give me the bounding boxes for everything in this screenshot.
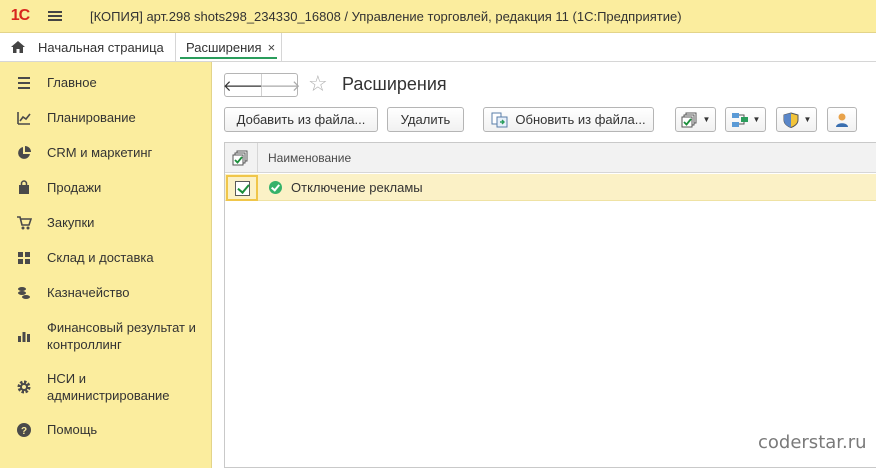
sidebar-item-label: Склад и доставка: [47, 250, 154, 265]
bar-chart-icon: [18, 332, 30, 342]
user-button[interactable]: [827, 107, 857, 132]
row-name: Отключение рекламы: [291, 180, 423, 195]
sidebar-item-warehouse[interactable]: Склад и доставка: [0, 249, 211, 266]
structure-icon: [731, 112, 748, 127]
sidebar-item-nsi-admin[interactable]: НСИ и администрирование: [0, 370, 211, 404]
home-icon: [11, 41, 25, 53]
forward-button[interactable]: 🡒: [260, 74, 301, 96]
column-header-name[interactable]: Наименование: [268, 151, 351, 165]
delete-button[interactable]: Удалить: [387, 107, 464, 132]
table-header: Наименование: [225, 143, 876, 173]
logo-text: 1С: [10, 7, 30, 24]
sidebar-item-label: CRM и маркетинг: [47, 145, 153, 160]
page-title: Расширения: [342, 74, 447, 94]
check-all-header[interactable]: [225, 143, 258, 173]
row-checkbox-cell: [226, 175, 258, 201]
shield-icon: [783, 111, 799, 128]
back-button[interactable]: 🡐: [222, 74, 264, 96]
arrow-right-icon: 🡒: [260, 77, 301, 95]
user-icon: [836, 113, 848, 127]
coins-icon: [18, 286, 30, 299]
gear-icon: [17, 380, 31, 394]
pie-chart-icon: [18, 145, 31, 159]
nav-buttons: 🡐 🡒: [222, 73, 301, 97]
sidebar-item-label: Помощь: [47, 422, 98, 437]
tab-home-label: Начальная страница: [38, 39, 164, 55]
sidebar-item-finance[interactable]: Финансовый результат и контроллинг: [0, 319, 211, 353]
sidebar-item-label: Финансовый результат и контроллинг: [47, 320, 196, 352]
row-checkbox[interactable]: [234, 180, 250, 196]
grid-icon: [18, 251, 30, 264]
tab-home[interactable]: Начальная страница: [0, 33, 176, 61]
check-all-dropdown-button[interactable]: ▼: [675, 107, 716, 132]
watermark: coderstar.ru: [758, 432, 867, 453]
main-menu-button[interactable]: [40, 0, 70, 33]
chevron-down-icon: ▼: [752, 115, 761, 124]
sidebar: Главное Планирование CRM и маркетинг Про…: [0, 62, 212, 468]
sidebar-item-label: Главное: [47, 75, 97, 90]
tab-extensions[interactable]: Расширения ×: [176, 33, 283, 61]
sidebar-item-label: Казначейство: [47, 285, 130, 300]
update-file-icon: [491, 112, 508, 127]
title-bar: 1С [КОПИЯ] арт.298 shots298_234330_16808…: [0, 0, 876, 33]
tab-bar: Начальная страница Расширения ×: [0, 33, 876, 62]
sidebar-item-treasury[interactable]: Казначейство: [0, 284, 211, 301]
window-title: [КОПИЯ] арт.298 shots298_234330_16808 / …: [90, 8, 682, 24]
security-dropdown-button[interactable]: ▼: [776, 107, 817, 132]
sidebar-item-main[interactable]: Главное: [0, 74, 211, 91]
add-from-file-button[interactable]: Добавить из файла...: [224, 107, 378, 132]
sidebar-item-label: Закупки: [47, 215, 95, 230]
active-status-icon: [269, 181, 282, 194]
structure-dropdown-button[interactable]: ▼: [725, 107, 766, 132]
arrow-left-icon: 🡐: [222, 77, 264, 95]
favorite-star-icon[interactable]: ☆: [308, 71, 328, 97]
sidebar-item-planning[interactable]: Планирование: [0, 109, 211, 126]
check-list-icon: [681, 112, 697, 127]
chevron-down-icon: ▼: [803, 115, 812, 124]
extensions-table: Наименование Отключение рекламы: [224, 142, 876, 468]
chevron-down-icon: ▼: [702, 115, 711, 124]
hamburger-icon: [48, 15, 62, 17]
shopping-bag-icon: [19, 179, 29, 194]
planning-icon: [17, 111, 31, 125]
menu-lines-icon: [18, 76, 30, 89]
table-row[interactable]: Отключение рекламы: [225, 174, 876, 201]
sidebar-item-label: Планирование: [47, 110, 136, 125]
tab-extensions-label: Расширения: [186, 39, 262, 55]
help-icon: ?: [17, 422, 31, 437]
sidebar-item-crm[interactable]: CRM и маркетинг: [0, 144, 211, 161]
sidebar-item-help[interactable]: ? Помощь: [0, 421, 211, 438]
add-from-file-label: Добавить из файла...: [236, 112, 366, 127]
update-from-file-label: Обновить из файла...: [515, 112, 646, 127]
close-icon[interactable]: ×: [268, 40, 276, 55]
sidebar-item-purchases[interactable]: Закупки: [0, 214, 211, 231]
sidebar-item-label: Продажи: [47, 180, 102, 195]
sidebar-item-sales[interactable]: Продажи: [0, 179, 211, 196]
cart-icon: [17, 215, 32, 229]
update-from-file-button[interactable]: Обновить из файла...: [483, 107, 654, 132]
delete-label: Удалить: [400, 112, 451, 127]
1c-logo: 1С: [0, 0, 40, 33]
sidebar-item-label: НСИ и администрирование: [47, 371, 170, 403]
main-panel: 🡐 🡒 ☆ Расширения Добавить из файла... Уд…: [213, 62, 876, 468]
svg-text:?: ?: [21, 426, 27, 437]
check-list-icon: [232, 150, 248, 166]
